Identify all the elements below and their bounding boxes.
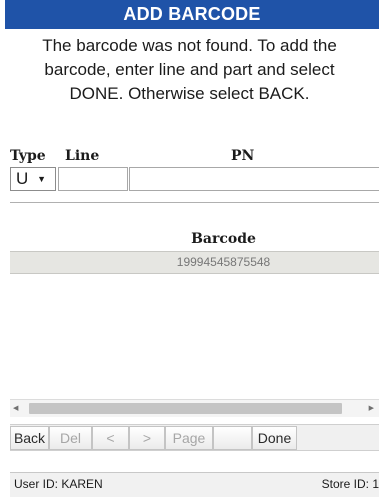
barcode-grid: Barcode 19994545875548 bbox=[10, 202, 379, 422]
type-select-value: U bbox=[16, 169, 29, 188]
pn-input[interactable] bbox=[129, 167, 379, 191]
status-bar: User ID: KAREN Store ID: 1 bbox=[10, 472, 379, 497]
previous-button[interactable]: < bbox=[92, 426, 129, 450]
done-button[interactable]: Done bbox=[252, 426, 297, 450]
pn-label: PN bbox=[231, 148, 255, 164]
blank-button[interactable] bbox=[213, 426, 252, 450]
next-button[interactable]: > bbox=[129, 426, 165, 450]
chevron-down-icon: ▼ bbox=[37, 174, 46, 184]
barcode-column-header: Barcode bbox=[191, 231, 256, 247]
store-id: Store ID: 1 bbox=[321, 477, 379, 491]
line-input[interactable] bbox=[58, 167, 128, 191]
instruction-message: The barcode was not found. To add the ba… bbox=[42, 36, 337, 103]
del-button[interactable]: Del bbox=[49, 426, 92, 450]
user-id: User ID: KAREN bbox=[14, 477, 103, 491]
table-row[interactable]: 19994545875548 bbox=[10, 251, 379, 274]
type-label: Type bbox=[10, 148, 46, 164]
scroll-left-icon[interactable]: ◀ bbox=[13, 400, 18, 417]
back-button[interactable]: Back bbox=[10, 426, 49, 450]
horizontal-scrollbar[interactable]: ◀ ▶ bbox=[10, 399, 379, 417]
line-label: Line bbox=[65, 148, 100, 164]
scroll-right-icon[interactable]: ▶ bbox=[369, 400, 374, 417]
add-barcode-screen: ADD BARCODE The barcode was not found. T… bbox=[0, 0, 379, 497]
scrollbar-thumb[interactable] bbox=[29, 403, 342, 414]
screen-title: ADD BARCODE bbox=[5, 0, 379, 29]
type-select[interactable]: U ▼ bbox=[10, 167, 56, 191]
page-button[interactable]: Page bbox=[165, 426, 213, 450]
bottom-toolbar: Back Del < > Page Done bbox=[10, 424, 379, 451]
